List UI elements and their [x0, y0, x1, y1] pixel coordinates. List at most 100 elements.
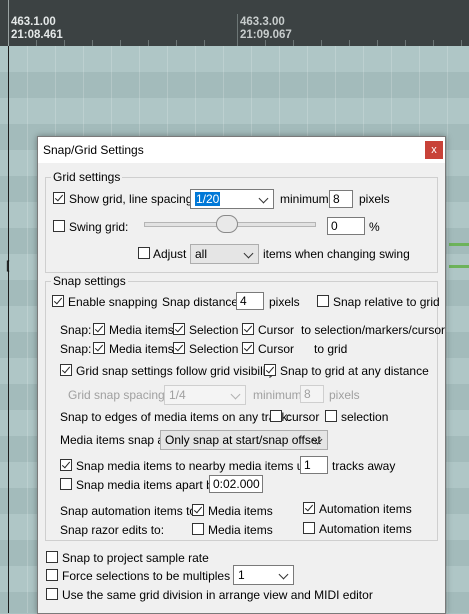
- edges-selection-label: selection: [341, 410, 389, 424]
- swing-value-input[interactable]: 0: [327, 217, 365, 235]
- items-snap-label: Media items snap at:: [60, 433, 171, 447]
- timeline-ruler[interactable]: 463.1.00 21:08.461 463.3.00 21:09.067: [0, 0, 469, 46]
- snap-row2-media-label: Media items: [109, 342, 174, 356]
- snap-relative-label: Snap relative to grid: [333, 295, 440, 309]
- dialog-title: Snap/Grid Settings: [43, 143, 144, 157]
- nearby-label: Snap media items to nearby media items u…: [76, 459, 327, 473]
- nearby-unit: tracks away: [332, 459, 396, 473]
- grid-snap-min-label: minimum:: [253, 388, 306, 402]
- edges-label: Snap to edges of media items on any trac…: [60, 410, 291, 424]
- snap-row2-selection-checkbox[interactable]: [173, 342, 185, 354]
- sample-rate-label: Snap to project sample rate: [62, 551, 209, 565]
- adjust-suffix: items when changing swing: [263, 247, 410, 261]
- chevron-down-icon: [230, 389, 241, 400]
- same-grid-checkbox[interactable]: [46, 588, 58, 600]
- minimum-input[interactable]: 8: [329, 190, 353, 208]
- close-icon: x: [431, 144, 437, 156]
- enable-snapping-label: Enable snapping: [68, 295, 158, 309]
- swing-grid-checkbox[interactable]: [53, 220, 65, 232]
- snap-row1-selection-label: Selection: [189, 323, 239, 337]
- razor-auto-label: Automation items: [319, 522, 412, 536]
- ruler-tick: [237, 14, 238, 46]
- ruler-tick: [8, 0, 9, 46]
- adjust-checkbox[interactable]: [138, 247, 150, 259]
- edges-selection-checkbox[interactable]: [325, 410, 337, 422]
- automation-auto-label: Automation items: [319, 502, 412, 516]
- follow-visibility-label: Grid snap settings follow grid visibilit…: [76, 364, 275, 378]
- swing-grid-label: Swing grid:: [69, 220, 129, 234]
- follow-visibility-checkbox[interactable]: [60, 364, 72, 376]
- snap-row1-media-label: Media items: [109, 323, 174, 337]
- grid-snap-spacing-label: Grid snap spacing:: [68, 388, 169, 402]
- multiples-checkbox[interactable]: [46, 569, 58, 581]
- line-spacing-dropdown[interactable]: 1/20: [190, 189, 274, 209]
- snap-distance-unit: pixels: [269, 295, 300, 309]
- snap-row2-cursor-checkbox[interactable]: [242, 342, 254, 354]
- any-distance-checkbox[interactable]: [264, 364, 276, 376]
- razor-auto-checkbox[interactable]: [303, 522, 315, 534]
- item-edge-marker-icon: [: [6, 258, 10, 272]
- nearby-checkbox[interactable]: [60, 459, 72, 471]
- items-snap-dropdown[interactable]: Only snap at start/snap offset: [160, 430, 328, 450]
- automation-label: Snap automation items to:: [60, 504, 200, 518]
- multiples-value: 1: [238, 568, 245, 582]
- sample-rate-checkbox[interactable]: [46, 551, 58, 563]
- adjust-dropdown[interactable]: all: [190, 244, 259, 264]
- close-button[interactable]: x: [425, 141, 443, 159]
- adjust-value: all: [195, 247, 208, 261]
- minimum-label: minimum:: [280, 192, 333, 206]
- envelope-segment: [449, 243, 469, 246]
- snap-row1-cursor-checkbox[interactable]: [242, 323, 254, 335]
- snap-relative-checkbox[interactable]: [317, 295, 329, 307]
- envelope-segment: [449, 265, 469, 268]
- apart-input[interactable]: 0:02.000: [209, 475, 263, 493]
- edges-cursor-checkbox[interactable]: [270, 410, 282, 422]
- any-distance-label: Snap to grid at any distance: [280, 364, 429, 378]
- edit-cursor-line: [8, 46, 9, 613]
- razor-media-label: Media items: [208, 523, 273, 537]
- swing-unit: %: [369, 220, 380, 234]
- dialog-titlebar[interactable]: Snap/Grid Settings x: [38, 137, 445, 163]
- enable-snapping-checkbox[interactable]: [52, 295, 64, 307]
- grid-settings-title: Grid settings: [51, 170, 123, 184]
- snap-row2-prefix: Snap:: [60, 342, 92, 356]
- same-grid-label: Use the same grid division in arrange vi…: [62, 588, 373, 602]
- snap-distance-input[interactable]: 4: [236, 292, 264, 310]
- razor-media-checkbox[interactable]: [192, 523, 204, 535]
- ruler-marker2-bar: 463.3.00: [240, 16, 285, 28]
- apart-checkbox[interactable]: [60, 478, 72, 490]
- snap-row2-cursor-label: Cursor: [258, 342, 295, 356]
- grid-snap-min-unit: pixels: [329, 388, 360, 402]
- razor-label: Snap razor edits to:: [60, 523, 165, 537]
- apart-label: Snap media items apart by:: [76, 478, 223, 492]
- grid-snap-spacing-value: 1/4: [169, 388, 186, 402]
- multiples-label: Force selections to be multiples of:: [62, 569, 247, 583]
- snap-distance-label: Snap distance:: [162, 295, 242, 309]
- snap-row1-cursor-label: Cursor: [258, 323, 295, 337]
- snap-row1-prefix: Snap:: [60, 323, 92, 337]
- minimum-unit: pixels: [359, 192, 390, 206]
- snap-row1-selection-checkbox[interactable]: [173, 323, 185, 335]
- adjust-label: Adjust: [153, 247, 187, 261]
- items-snap-value: Only snap at start/snap offset: [165, 433, 321, 447]
- snap-settings-title: Snap settings: [51, 274, 128, 288]
- snap-row1-suffix: to selection/markers/cursor: [301, 323, 446, 337]
- nearby-input[interactable]: 1: [300, 456, 328, 474]
- automation-media-label: Media items: [208, 504, 273, 518]
- edges-cursor-label: cursor: [286, 410, 320, 424]
- snap-grid-settings-dialog: Snap/Grid Settings x Grid settings Show …: [37, 136, 446, 614]
- show-grid-checkbox[interactable]: [53, 192, 65, 204]
- grid-snap-spacing-dropdown[interactable]: 1/4: [164, 385, 246, 405]
- snap-row2-suffix: to grid: [314, 342, 348, 356]
- chevron-down-icon: [243, 248, 254, 259]
- automation-media-checkbox[interactable]: [192, 504, 204, 516]
- chevron-down-icon: [258, 193, 269, 204]
- automation-auto-checkbox[interactable]: [303, 502, 315, 514]
- multiples-dropdown[interactable]: 1: [233, 565, 294, 585]
- snap-row2-media-checkbox[interactable]: [93, 342, 105, 354]
- line-spacing-value: 1/20: [195, 192, 221, 206]
- grid-snap-min-input[interactable]: 8: [300, 385, 324, 403]
- snap-row1-media-checkbox[interactable]: [93, 323, 105, 335]
- chevron-down-icon: [278, 569, 289, 580]
- swing-slider-thumb[interactable]: [216, 215, 238, 233]
